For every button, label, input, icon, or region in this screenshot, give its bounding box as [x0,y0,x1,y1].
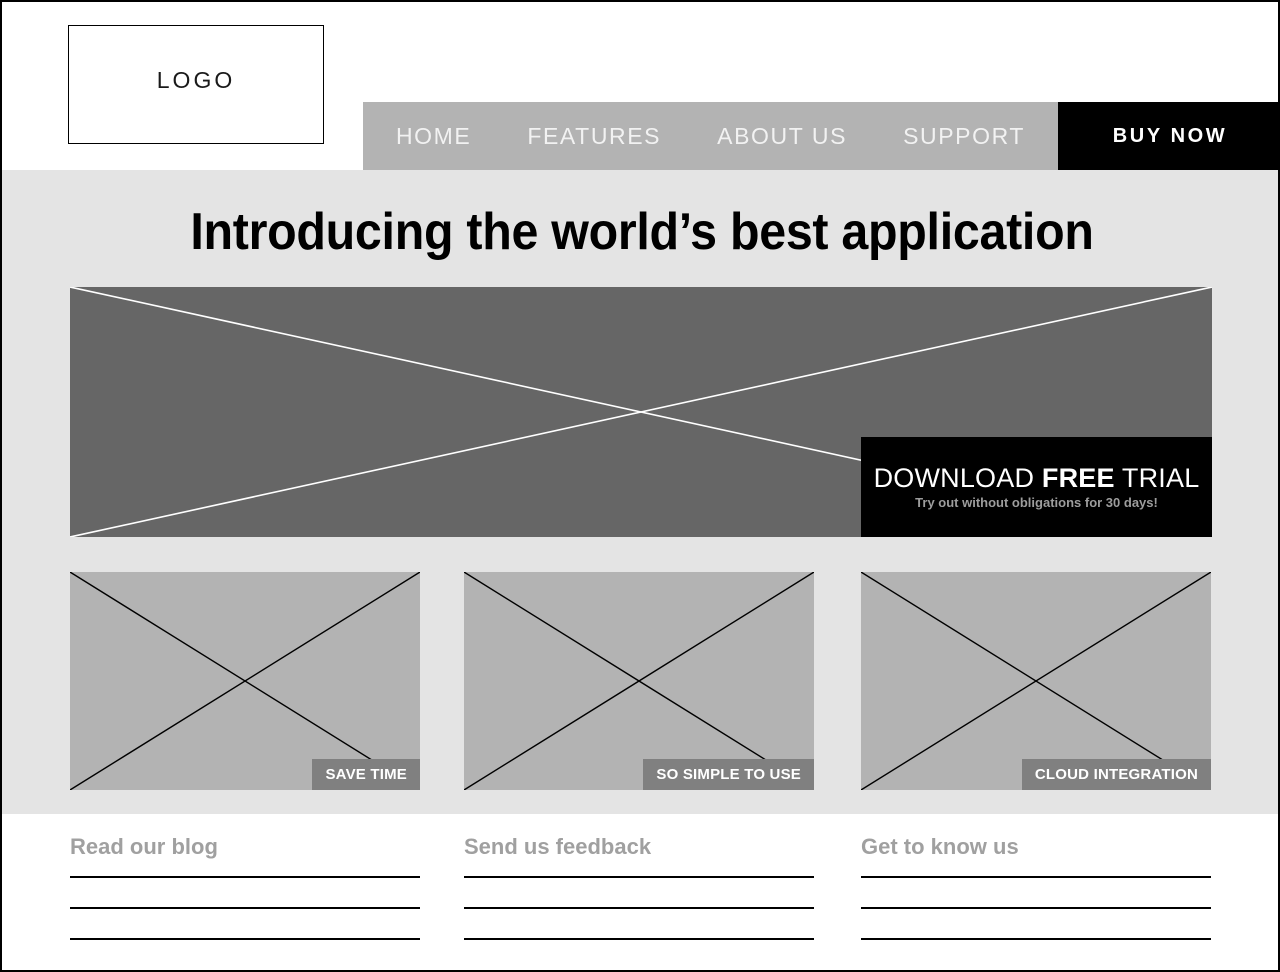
logo-label: LOGO [157,67,235,94]
footer-divider [861,876,1211,878]
main-navigation: HOME FEATURES ABOUT US SUPPORT [363,102,1058,170]
promo-title-emphasis: FREE [1042,463,1115,493]
placeholder-cross-icon [70,572,420,790]
footer-column-blog: Read our blog [70,834,420,940]
feature-card-caption: SO SIMPLE TO USE [643,759,814,790]
feature-card-caption: SAVE TIME [312,759,420,790]
footer-column-title: Read our blog [70,834,420,860]
logo[interactable]: LOGO [68,25,324,144]
hero-section: Introducing the world’s best application… [2,170,1280,814]
footer-column-feedback: Send us feedback [464,834,814,940]
promo-title-prefix: DOWNLOAD [874,463,1042,493]
download-free-trial-banner[interactable]: DOWNLOAD FREE TRIAL Try out without obli… [861,437,1212,537]
footer-divider [70,907,420,909]
nav-item-support[interactable]: SUPPORT [875,125,1053,148]
site-footer: Read our blog Send us feedback Get to kn… [2,814,1280,972]
promo-title-suffix: TRIAL [1115,463,1200,493]
page-title: Introducing the world’s best application [47,202,1237,262]
footer-column-about: Get to know us [861,834,1211,940]
footer-divider [464,907,814,909]
placeholder-cross-icon [861,572,1211,790]
footer-divider [464,876,814,878]
feature-card[interactable]: SAVE TIME [70,572,420,790]
footer-column-title: Send us feedback [464,834,814,860]
promo-subtitle: Try out without obligations for 30 days! [915,495,1158,510]
footer-column-title: Get to know us [861,834,1211,860]
nav-item-features[interactable]: FEATURES [499,125,689,148]
footer-divider [861,938,1211,940]
feature-card-list: SAVE TIME SO SIMPLE TO USE CLOUD INTEGRA… [70,572,1212,790]
feature-card-caption: CLOUD INTEGRATION [1022,759,1211,790]
feature-card[interactable]: SO SIMPLE TO USE [464,572,814,790]
footer-divider [70,876,420,878]
footer-divider [70,938,420,940]
feature-card[interactable]: CLOUD INTEGRATION [861,572,1211,790]
nav-item-home[interactable]: HOME [368,125,499,148]
placeholder-cross-icon [464,572,814,790]
buy-now-button[interactable]: BUY NOW [1058,102,1280,170]
site-header: LOGO HOME FEATURES ABOUT US SUPPORT BUY … [2,2,1280,170]
footer-divider [464,938,814,940]
nav-item-about-us[interactable]: ABOUT US [689,125,875,148]
promo-title: DOWNLOAD FREE TRIAL [874,464,1200,492]
page-root: LOGO HOME FEATURES ABOUT US SUPPORT BUY … [0,0,1280,972]
footer-divider [861,907,1211,909]
